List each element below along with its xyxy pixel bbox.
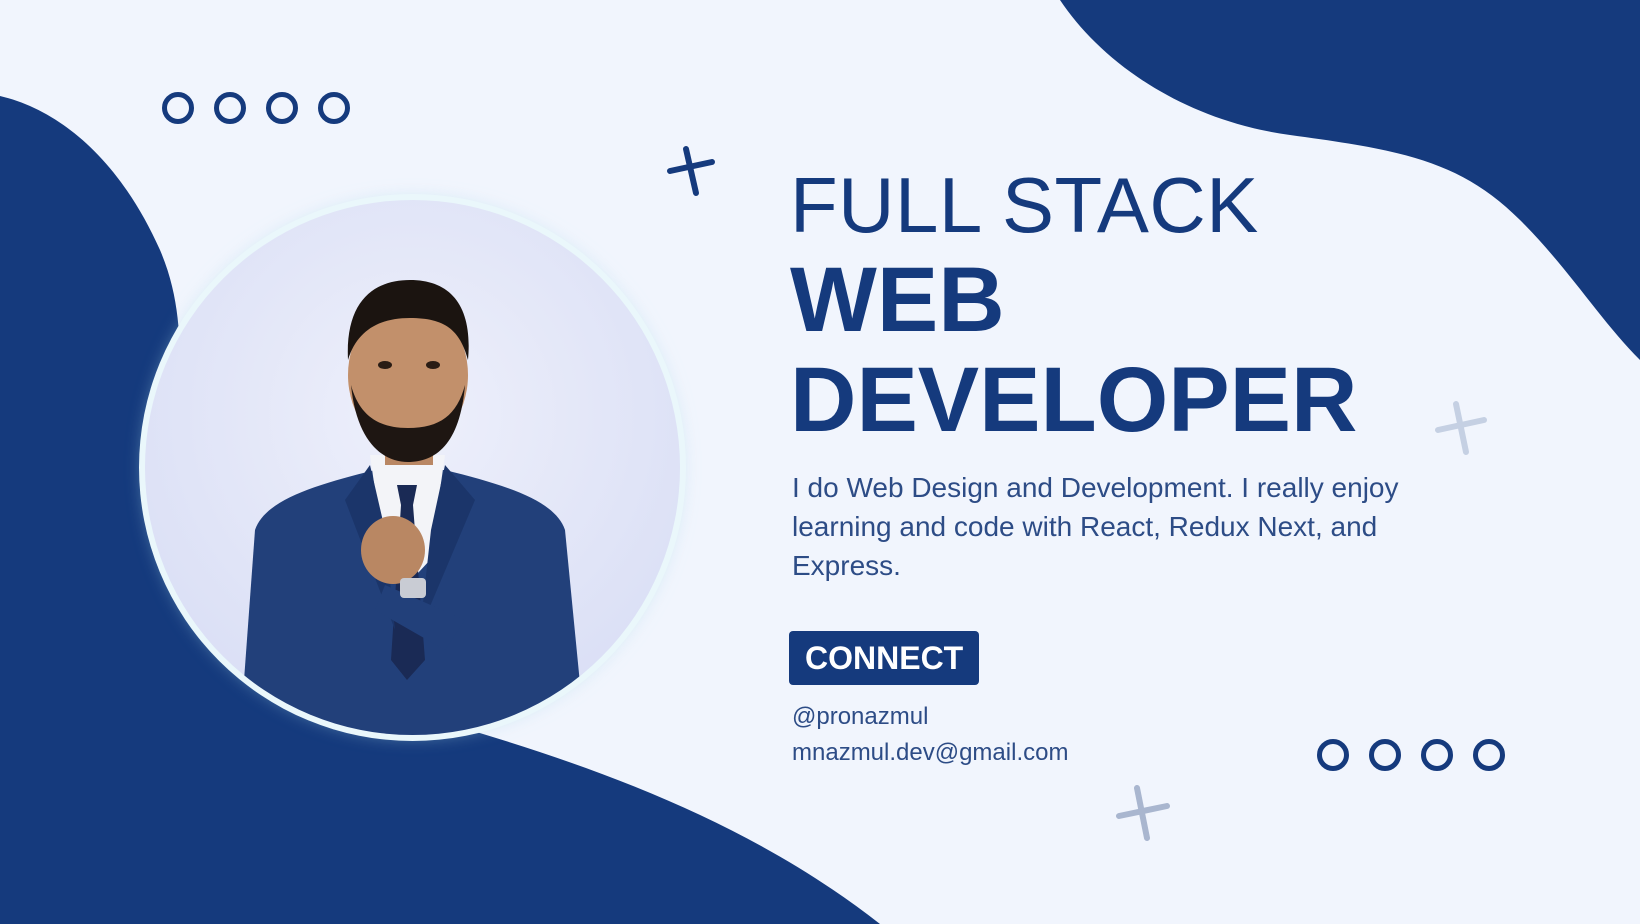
ring-dot-icon: [1369, 739, 1401, 771]
plus-icon: [667, 146, 715, 196]
ring-dot-icon: [266, 92, 298, 124]
dots-top-left: [162, 92, 350, 124]
dots-bottom-right: [1317, 739, 1505, 771]
profile-photo: [145, 200, 680, 735]
email-address: mnazmul.dev@gmail.com: [792, 739, 1069, 766]
connect-button[interactable]: CONNECT: [789, 631, 980, 685]
title-line-full-stack: FULL STACK: [790, 161, 1259, 249]
plus-icon: [1116, 785, 1170, 841]
ring-dot-icon: [1317, 739, 1349, 771]
social-handle: @pronazmul: [792, 703, 929, 730]
ring-dot-icon: [1473, 739, 1505, 771]
ring-dot-icon: [162, 92, 194, 124]
portrait-illustration: [145, 200, 680, 735]
ring-dot-icon: [1421, 739, 1453, 771]
title-line-developer: DEVELOPER: [790, 349, 1358, 451]
plus-icon: [1435, 401, 1487, 455]
intro-description: I do Web Design and Development. I reall…: [792, 472, 1399, 581]
ring-dot-icon: [214, 92, 246, 124]
ring-dot-icon: [318, 92, 350, 124]
title-line-web: WEB: [790, 249, 1005, 351]
